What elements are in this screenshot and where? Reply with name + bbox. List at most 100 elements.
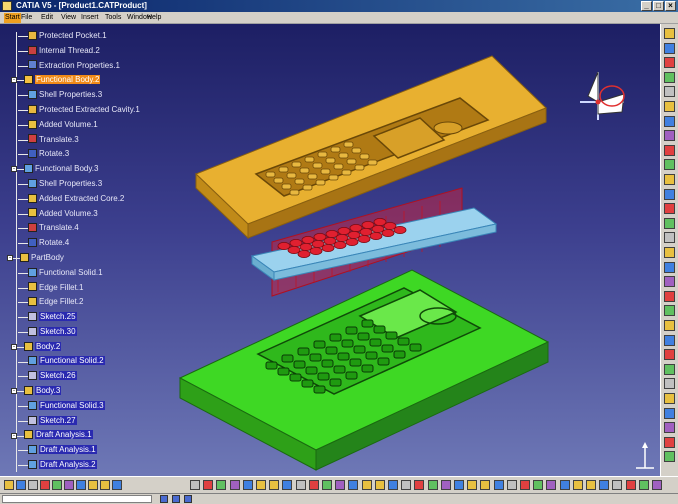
core-key-pocket[interactable] <box>297 347 310 356</box>
core-key-pocket[interactable] <box>309 353 322 362</box>
toolbar-tool-icon[interactable] <box>664 363 675 375</box>
status-icon[interactable] <box>172 495 180 503</box>
core-key-pocket[interactable] <box>361 319 374 328</box>
toolbar-tool-icon[interactable] <box>88 480 98 490</box>
toolbar-tool-icon[interactable] <box>664 159 675 171</box>
core-key-pocket[interactable] <box>361 364 374 373</box>
core-key-pocket[interactable] <box>329 333 342 342</box>
tree-expander-icon[interactable]: - <box>11 343 17 350</box>
toolbar-tool-icon[interactable] <box>664 349 675 361</box>
toolbar-tool-icon[interactable] <box>664 334 675 346</box>
toolbar-tool-icon[interactable] <box>664 393 675 404</box>
tree-node[interactable]: Sketch.30 <box>18 326 77 338</box>
tree-node[interactable]: Internal Thread.2 <box>18 45 100 57</box>
tree-node[interactable]: Rotate.4 <box>18 237 69 249</box>
cavity-key-boss[interactable] <box>286 172 297 179</box>
cavity-key-boss[interactable] <box>273 177 284 184</box>
close-button[interactable]: × <box>665 1 676 11</box>
cavity-key-boss[interactable] <box>302 184 313 191</box>
toolbar-tool-icon[interactable] <box>664 451 675 463</box>
phone-key[interactable] <box>369 231 383 240</box>
toolbar-tool-icon[interactable] <box>269 480 280 490</box>
toolbar-tool-icon[interactable] <box>612 480 623 490</box>
phone-key[interactable] <box>357 234 371 243</box>
phone-key[interactable] <box>321 243 335 252</box>
toolbar-tool-icon[interactable] <box>112 480 122 490</box>
cavity-key-boss[interactable] <box>299 167 310 174</box>
toolbar-tool-icon[interactable] <box>664 28 675 39</box>
cavity-key-boss[interactable] <box>346 158 357 165</box>
tree-node[interactable]: Protected Pocket.1 <box>18 30 107 42</box>
core-key-pocket[interactable] <box>321 359 334 368</box>
toolbar-tool-icon[interactable] <box>664 57 675 69</box>
toolbar-tool-icon[interactable] <box>16 480 26 490</box>
cavity-key-boss[interactable] <box>330 146 341 153</box>
toolbar-tool-icon[interactable] <box>664 174 675 185</box>
status-icon[interactable] <box>160 495 168 503</box>
cavity-key-boss[interactable] <box>291 161 302 168</box>
tree-node[interactable]: - Body.3 <box>11 385 62 397</box>
toolbar-tool-icon[interactable] <box>664 101 675 112</box>
toolbar-tool-icon[interactable] <box>493 480 504 490</box>
core-key-pocket[interactable] <box>397 337 410 346</box>
toolbar-tool-icon[interactable] <box>664 42 675 54</box>
core-key-pocket[interactable] <box>317 372 330 381</box>
core-key-pocket[interactable] <box>333 365 346 374</box>
menu-item-edit[interactable]: Edit <box>40 13 54 23</box>
phone-key[interactable] <box>309 246 323 255</box>
cavity-key-boss[interactable] <box>333 163 344 170</box>
toolbar-tool-icon[interactable] <box>664 407 675 419</box>
tree-node[interactable]: Sketch.27 <box>18 415 77 427</box>
core-key-pocket[interactable] <box>365 351 378 360</box>
toolbar-tool-icon[interactable] <box>322 480 332 490</box>
cavity-key-boss[interactable] <box>351 147 362 154</box>
tree-node[interactable]: Translate.3 <box>18 134 79 146</box>
cavity-key-boss[interactable] <box>367 159 378 166</box>
core-key-pocket[interactable] <box>373 325 386 334</box>
toolbar-tool-icon[interactable] <box>586 480 596 490</box>
toolbar-tool-icon[interactable] <box>664 188 675 200</box>
cavity-key-boss[interactable] <box>354 164 365 171</box>
tree-expander-icon[interactable]: - <box>11 77 17 84</box>
toolbar-tool-icon[interactable] <box>308 480 319 490</box>
tree-node[interactable]: Draft Analysis.1 <box>18 444 97 456</box>
core-key-pocket[interactable] <box>341 339 354 348</box>
menu-item-insert[interactable]: Insert <box>80 13 100 23</box>
toolbar-tool-icon[interactable] <box>76 480 86 490</box>
toolbar-tool-icon[interactable] <box>52 480 62 490</box>
tree-node[interactable]: Edge Fillet.2 <box>18 296 83 308</box>
cavity-key-boss[interactable] <box>307 173 318 180</box>
tree-node[interactable]: Edge Fillet.1 <box>18 282 83 294</box>
menu-item-file[interactable]: File <box>20 13 33 23</box>
compass-icon[interactable] <box>578 66 638 126</box>
core-key-pocket[interactable] <box>409 343 422 352</box>
tree-node[interactable]: Functional Solid.2 <box>18 356 105 368</box>
toolbar-tool-icon[interactable] <box>216 480 227 490</box>
toolbar-tool-icon[interactable] <box>4 480 14 490</box>
tree-node[interactable]: Draft Analysis.2 <box>18 459 97 471</box>
toolbar-tool-icon[interactable] <box>282 480 293 490</box>
toolbar-tool-icon[interactable] <box>64 480 74 490</box>
phone-key[interactable] <box>381 228 395 237</box>
minimize-button[interactable]: _ <box>641 1 652 11</box>
tree-node[interactable]: Shell Properties.3 <box>18 178 102 190</box>
tree-expander-icon[interactable]: - <box>7 255 13 261</box>
toolbar-tool-icon[interactable] <box>348 480 359 490</box>
toolbar-tool-icon[interactable] <box>480 480 491 490</box>
tree-expander-icon[interactable]: - <box>11 432 17 439</box>
core-key-pocket[interactable] <box>357 332 370 341</box>
toolbar-tool-icon[interactable] <box>100 480 110 490</box>
cavity-key-boss[interactable] <box>317 151 328 158</box>
toolbar-tool-icon[interactable] <box>520 480 530 490</box>
core-key-pocket[interactable] <box>277 367 290 376</box>
cavity-key-boss[interactable] <box>320 168 331 175</box>
toolbar-tool-icon[interactable] <box>440 480 451 490</box>
toolbar-tool-icon[interactable] <box>242 480 253 490</box>
core-key-pocket[interactable] <box>313 385 326 394</box>
core-key-pocket[interactable] <box>301 379 314 388</box>
tree-node[interactable]: Added Extracted Core.2 <box>18 193 124 205</box>
cavity-key-boss[interactable] <box>328 174 339 181</box>
core-key-pocket[interactable] <box>353 345 366 354</box>
cavity-key-boss[interactable] <box>278 166 289 173</box>
core-key-pocket[interactable] <box>385 331 398 340</box>
